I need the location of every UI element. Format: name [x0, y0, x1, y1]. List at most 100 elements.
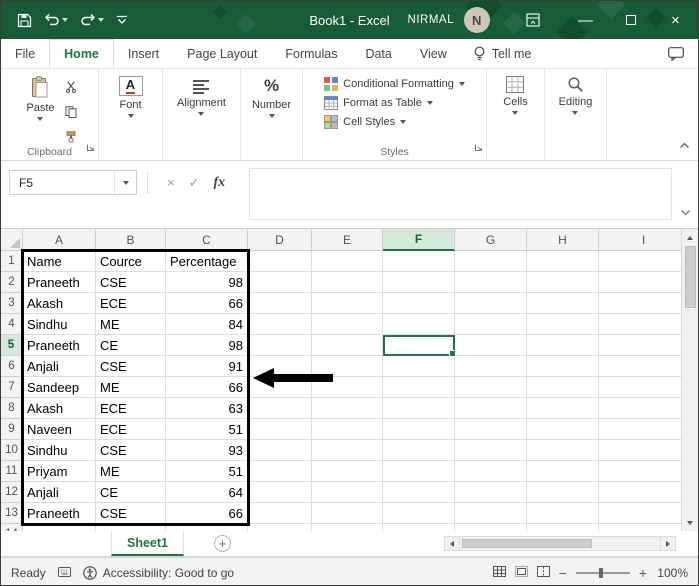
cell-styles-button[interactable]: Cell Styles: [324, 115, 465, 129]
cell-H6[interactable]: [527, 356, 599, 377]
cell-C5[interactable]: 98: [166, 335, 248, 356]
cell-I6[interactable]: [599, 356, 683, 377]
cell-F14[interactable]: [383, 524, 455, 531]
cell-D5[interactable]: [248, 335, 312, 356]
cell-E12[interactable]: [312, 482, 383, 503]
cell-E13[interactable]: [312, 503, 383, 524]
h-scroll-right-icon[interactable]: [660, 536, 676, 551]
cell-A9[interactable]: Naveen: [23, 419, 96, 440]
comments-button[interactable]: [668, 46, 684, 61]
avatar[interactable]: N: [464, 7, 490, 33]
tab-view[interactable]: View: [406, 39, 461, 68]
ribbon-display-options-button[interactable]: [526, 1, 540, 39]
row-header-8[interactable]: 8: [1, 398, 23, 419]
vertical-scroll-thumb[interactable]: [684, 246, 696, 308]
cell-H1[interactable]: [527, 251, 599, 272]
cell-B11[interactable]: ME: [96, 461, 166, 482]
vertical-scrollbar[interactable]: [681, 229, 698, 531]
format-as-table-button[interactable]: Format as Table: [324, 96, 465, 110]
zoom-out-button[interactable]: −: [559, 566, 567, 580]
cell-A4[interactable]: Sindhu: [23, 314, 96, 335]
cell-B14[interactable]: [96, 524, 166, 531]
cell-B5[interactable]: CE: [96, 335, 166, 356]
row-header-14[interactable]: 14: [1, 524, 23, 531]
tab-data[interactable]: Data: [351, 39, 405, 68]
cell-E2[interactable]: [312, 272, 383, 293]
cell-A8[interactable]: Akash: [23, 398, 96, 419]
cancel-button[interactable]: ×: [167, 175, 175, 190]
cell-B4[interactable]: ME: [96, 314, 166, 335]
cell-F2[interactable]: [383, 272, 455, 293]
cell-H12[interactable]: [527, 482, 599, 503]
row-header-3[interactable]: 3: [1, 293, 23, 314]
zoom-slider-thumb[interactable]: [598, 567, 603, 578]
view-normal-button[interactable]: [492, 565, 506, 580]
cell-H11[interactable]: [527, 461, 599, 482]
cell-H3[interactable]: [527, 293, 599, 314]
cell-D9[interactable]: [248, 419, 312, 440]
cell-E14[interactable]: [312, 524, 383, 531]
cell-A14[interactable]: [23, 524, 96, 531]
tab-page-layout[interactable]: Page Layout: [173, 39, 271, 68]
cell-H2[interactable]: [527, 272, 599, 293]
row-header-7[interactable]: 7: [1, 377, 23, 398]
cell-G14[interactable]: [455, 524, 527, 531]
cell-I4[interactable]: [599, 314, 683, 335]
undo-button[interactable]: [44, 13, 68, 27]
cell-A10[interactable]: Sindhu: [23, 440, 96, 461]
cell-B10[interactable]: CSE: [96, 440, 166, 461]
cell-E9[interactable]: [312, 419, 383, 440]
cell-B12[interactable]: CE: [96, 482, 166, 503]
macro-record-button[interactable]: [57, 566, 71, 580]
cell-A5[interactable]: Praneeth: [23, 335, 96, 356]
cell-B13[interactable]: CSE: [96, 503, 166, 524]
font-dropdown-icon[interactable]: [127, 114, 134, 118]
cell-E4[interactable]: [312, 314, 383, 335]
cell-C12[interactable]: 64: [166, 482, 248, 503]
cell-G5[interactable]: [455, 335, 527, 356]
maximize-button[interactable]: [608, 1, 653, 39]
cell-F13[interactable]: [383, 503, 455, 524]
cell-I9[interactable]: [599, 419, 683, 440]
scroll-down-icon[interactable]: [682, 514, 699, 531]
cell-H4[interactable]: [527, 314, 599, 335]
minimize-button[interactable]: —: [563, 1, 608, 39]
column-header-D[interactable]: D: [248, 229, 312, 251]
paste-dropdown-icon[interactable]: [37, 117, 44, 121]
horizontal-scrollbar[interactable]: [444, 536, 676, 551]
cell-C3[interactable]: 66: [166, 293, 248, 314]
formula-input[interactable]: [249, 168, 672, 220]
cell-D2[interactable]: [248, 272, 312, 293]
conditional-formatting-dropdown-icon[interactable]: [458, 82, 465, 86]
cell-H5[interactable]: [527, 335, 599, 356]
row-header-5[interactable]: 5: [1, 335, 23, 356]
cell-F10[interactable]: [383, 440, 455, 461]
column-header-F[interactable]: F: [383, 229, 455, 251]
column-header-A[interactable]: A: [23, 229, 96, 251]
column-header-B[interactable]: B: [96, 229, 166, 251]
cell-D14[interactable]: [248, 524, 312, 531]
cell-I8[interactable]: [599, 398, 683, 419]
column-header-G[interactable]: G: [455, 229, 527, 251]
cell-G13[interactable]: [455, 503, 527, 524]
horizontal-scroll-thumb[interactable]: [462, 539, 592, 548]
tab-formulas[interactable]: Formulas: [271, 39, 351, 68]
cell-G7[interactable]: [455, 377, 527, 398]
zoom-in-button[interactable]: +: [639, 566, 647, 580]
cell-B6[interactable]: CSE: [96, 356, 166, 377]
column-header-I[interactable]: I: [599, 229, 683, 251]
paste-button[interactable]: Paste: [20, 74, 60, 144]
row-header-1[interactable]: 1: [1, 251, 23, 272]
row-header-11[interactable]: 11: [1, 461, 23, 482]
name-box-dropdown[interactable]: [114, 171, 136, 194]
cell-D7[interactable]: [248, 377, 312, 398]
close-button[interactable]: ×: [653, 1, 698, 39]
cell-H13[interactable]: [527, 503, 599, 524]
enter-button[interactable]: ✓: [189, 175, 200, 191]
cell-A3[interactable]: Akash: [23, 293, 96, 314]
cell-I3[interactable]: [599, 293, 683, 314]
cell-I5[interactable]: [599, 335, 683, 356]
row-header-13[interactable]: 13: [1, 503, 23, 524]
account-area[interactable]: NIRMAL N: [408, 1, 490, 39]
row-header-10[interactable]: 10: [1, 440, 23, 461]
